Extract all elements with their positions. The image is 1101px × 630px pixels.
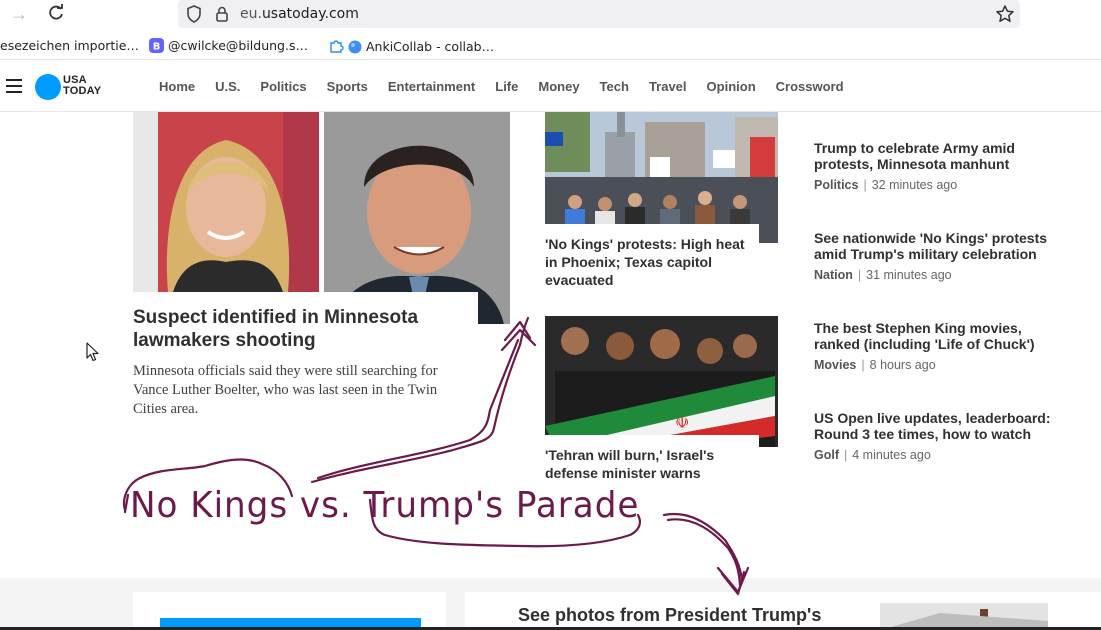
reload-icon[interactable]	[46, 3, 66, 23]
nav-politics[interactable]: Politics	[260, 79, 306, 94]
bottom-headline[interactable]: See photos from President Trump's	[518, 605, 821, 626]
puzzle-icon	[328, 38, 344, 57]
list-item[interactable]: The best Stephen King movies, ranked (in…	[814, 320, 1064, 410]
forward-arrow-icon[interactable]: →	[10, 4, 30, 24]
globe-icon	[348, 40, 362, 57]
list-item-title[interactable]: US Open live updates, leaderboard: Round…	[814, 410, 1064, 442]
usatoday-logo-text[interactable]: USA TODAY	[63, 75, 101, 97]
list-item-meta: Movies | 8 hours ago	[814, 358, 936, 372]
bookmark-star-icon[interactable]	[995, 4, 1015, 29]
timestamp: 4 minutes ago	[852, 448, 931, 462]
list-item[interactable]: Trump to celebrate Army amid protests, M…	[814, 140, 1064, 230]
bottom-card-photo[interactable]	[880, 603, 1048, 630]
list-item-meta: Nation | 31 minutes ago	[814, 268, 952, 282]
nav-home[interactable]: Home	[159, 79, 195, 94]
category-label[interactable]: Nation	[814, 268, 853, 282]
bookmark-ankicollab[interactable]: AnkiCollab - collab…	[328, 38, 494, 57]
mastodon-icon: B	[149, 38, 164, 56]
category-label[interactable]: Golf	[814, 448, 839, 462]
nav-us[interactable]: U.S.	[215, 79, 240, 94]
hamburger-menu-icon[interactable]	[6, 79, 22, 93]
list-item-meta: Golf | 4 minutes ago	[814, 448, 931, 462]
list-item-title[interactable]: The best Stephen King movies, ranked (in…	[814, 320, 1064, 352]
nav-opinion[interactable]: Opinion	[707, 79, 756, 94]
nav-crossword[interactable]: Crossword	[776, 79, 844, 94]
nav-sports[interactable]: Sports	[327, 79, 368, 94]
nav-life[interactable]: Life	[495, 79, 518, 94]
nav-tech[interactable]: Tech	[600, 79, 629, 94]
usatoday-logo-dot[interactable]	[35, 74, 61, 100]
main-nav: Home U.S. Politics Sports Entertainment …	[159, 79, 864, 94]
mid-headline-2[interactable]: 'Tehran will burn,' Israel's defense min…	[545, 446, 755, 482]
mid-headline-1[interactable]: 'No Kings' protests: High heat in Phoeni…	[545, 235, 745, 289]
nav-entertainment[interactable]: Entertainment	[388, 79, 475, 94]
bookmark-import[interactable]: esezeichen importie…	[0, 38, 139, 53]
timestamp: 32 minutes ago	[871, 178, 958, 192]
nav-money[interactable]: Money	[538, 79, 579, 94]
lock-icon[interactable]	[214, 5, 230, 28]
svg-text:B: B	[153, 42, 161, 53]
list-item-meta: Politics | 32 minutes ago	[814, 178, 958, 192]
list-item-title[interactable]: Trump to celebrate Army amid protests, M…	[814, 140, 1064, 172]
mouse-cursor-icon	[86, 342, 100, 367]
bookmark-mastodon[interactable]: B @cwilcke@bildung.s…	[149, 38, 308, 56]
hero-summary: Minnesota officials said they were still…	[133, 363, 438, 417]
category-label[interactable]: Movies	[814, 358, 856, 372]
iran-protest-photo[interactable]: ☫	[545, 316, 778, 447]
browser-toolbar: → eu.usatoday.com	[0, 0, 1101, 30]
list-item[interactable]: See nationwide 'No Kings' protests amid …	[814, 230, 1064, 320]
hero-photo-woman[interactable]	[133, 112, 319, 292]
timestamp: 8 hours ago	[869, 358, 936, 372]
nav-travel[interactable]: Travel	[649, 79, 687, 94]
url-text: eu.usatoday.com	[240, 6, 359, 22]
shield-icon[interactable]	[186, 5, 202, 28]
site-header: USA TODAY Home U.S. Politics Sports Enter…	[0, 62, 1101, 112]
list-item-title[interactable]: See nationwide 'No Kings' protests amid …	[814, 230, 1064, 262]
svg-text:☫: ☫	[675, 413, 689, 432]
address-bar[interactable]: eu.usatoday.com	[178, 0, 1020, 28]
hero-headline[interactable]: Suspect identified in Minnesota lawmaker…	[133, 306, 463, 352]
bookmarks-bar: esezeichen importie… B @cwilcke@bildung.s…	[0, 32, 1101, 60]
timestamp: 31 minutes ago	[866, 268, 952, 282]
headline-list: Trump to celebrate Army amid protests, M…	[814, 140, 1064, 500]
handwritten-annotation-text: No Kings vs. Trump's Parade	[130, 485, 640, 526]
list-item[interactable]: US Open live updates, leaderboard: Round…	[814, 410, 1064, 500]
category-label[interactable]: Politics	[814, 178, 858, 192]
